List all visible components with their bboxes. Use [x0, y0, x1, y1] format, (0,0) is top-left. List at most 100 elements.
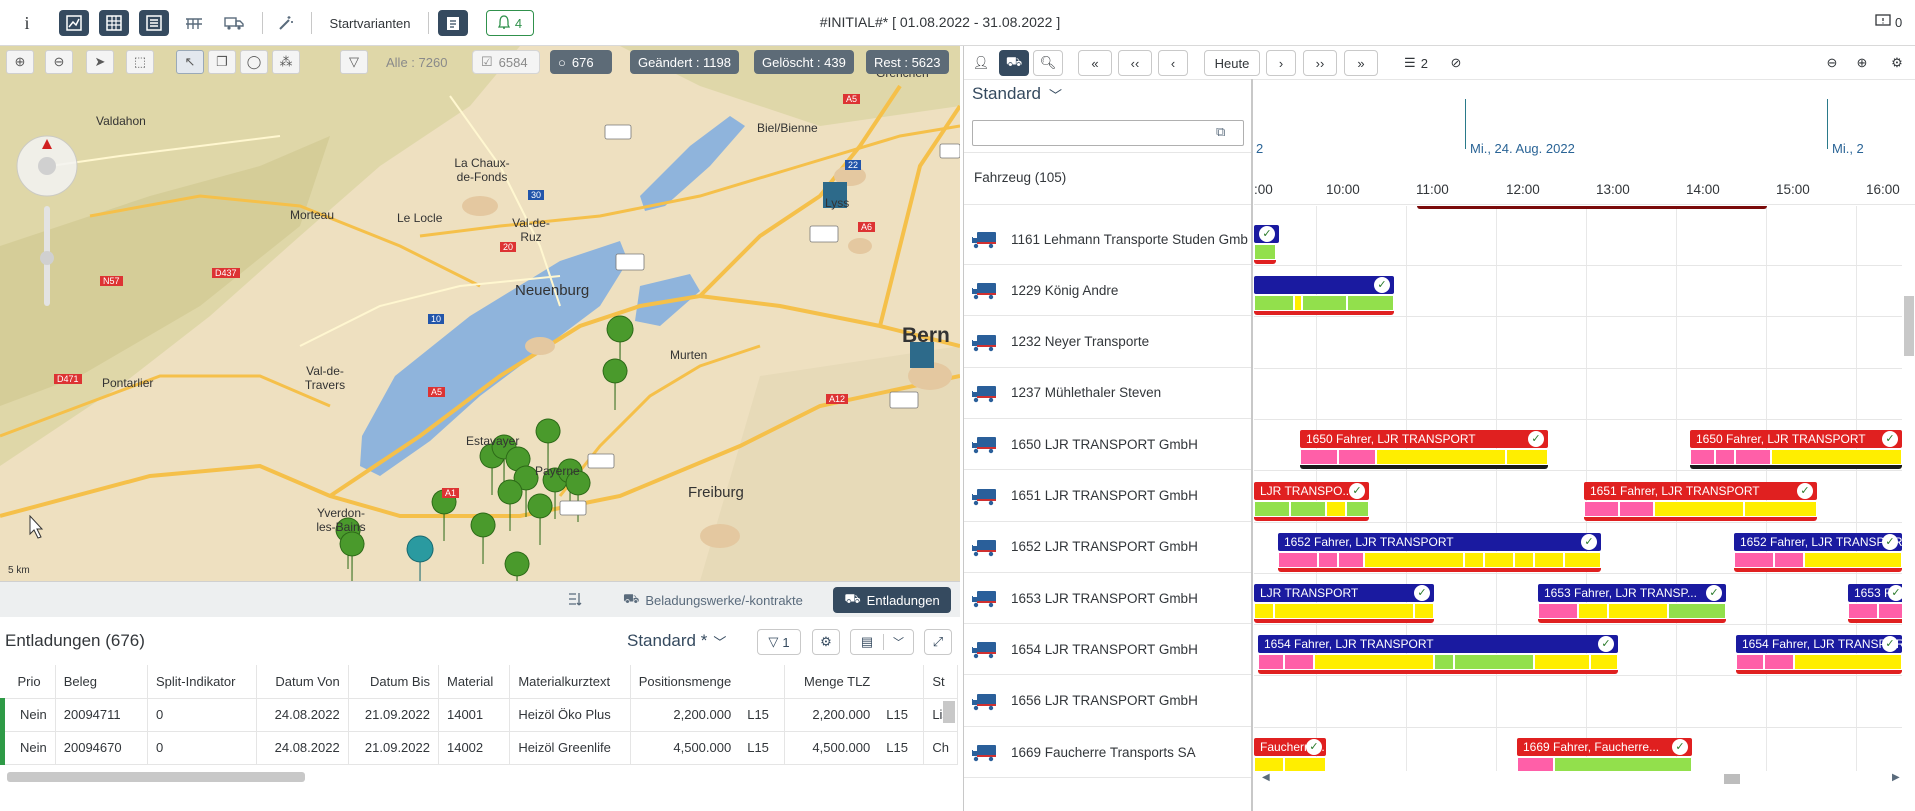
splitter[interactable] [1251, 79, 1253, 811]
variant-select[interactable]: Standard * ﹀ [627, 631, 726, 651]
gantt-segment[interactable] [1878, 603, 1902, 620]
gantt-segment[interactable] [1608, 603, 1668, 620]
last-page-icon[interactable]: » [1344, 50, 1378, 76]
tab-beladungswerke[interactable]: ⛟ Beladungswerke/-kontrakte [623, 591, 803, 609]
person-icon[interactable]: 👤︎ [968, 50, 994, 76]
prev-icon[interactable]: ‹ [1158, 50, 1188, 76]
table-vertical-scrollbar[interactable] [943, 701, 955, 723]
gantt-segment[interactable] [1338, 449, 1376, 466]
gantt-segment[interactable] [1258, 654, 1284, 671]
gantt-segment[interactable] [1534, 551, 1564, 568]
map-view[interactable]: Valdahon La Chaux-de-Fonds Morteau Le Lo… [0, 46, 960, 581]
first-page-icon[interactable]: « [1078, 50, 1112, 76]
vehicle-row[interactable]: 1669 Faucherre Transports SA [964, 727, 1251, 778]
clipboard-icon[interactable] [438, 10, 468, 36]
gantt-segment[interactable] [1347, 295, 1394, 312]
gantt-segment[interactable] [1318, 551, 1338, 568]
chart-view-icon[interactable] [59, 10, 89, 36]
table-row[interactable]: Nein 20094670 0 24.08.2022 21.09.2022 14… [0, 731, 958, 765]
gantt-bar[interactable]: 1652 Fahrer, LJR TRANSPORT [1278, 532, 1601, 551]
gantt-segment[interactable] [1294, 295, 1302, 312]
gantt-segment[interactable] [1484, 551, 1514, 568]
column-header[interactable]: Materialkurztext [509, 665, 631, 699]
lasso-icon[interactable]: ◯ [240, 50, 268, 74]
count-circle[interactable]: ○ 676 [550, 50, 612, 74]
gantt-segment[interactable] [1414, 603, 1434, 620]
rectangle-select-icon[interactable]: ❐ [208, 50, 236, 74]
messages-button[interactable]: 0 [1875, 14, 1902, 31]
gantt-segment[interactable] [1364, 551, 1464, 568]
navigate-icon[interactable]: ➤ [86, 50, 114, 74]
gantt-bar[interactable]: 1654 Fahrer, LJR TRANSPORT [1736, 635, 1902, 654]
hide-icon[interactable]: ⊘ [1442, 50, 1470, 76]
gantt-segment[interactable] [1454, 654, 1534, 671]
gantt-segment[interactable] [1538, 603, 1578, 620]
scroll-right-icon[interactable]: ▶ [1892, 772, 1900, 783]
vehicle-row[interactable]: 1654 LJR TRANSPORT GmbH [964, 624, 1251, 676]
gantt-bar[interactable]: 1651 Fahrer, LJR TRANSPORT [1584, 481, 1817, 500]
count-rest[interactable]: Rest : 5623 [866, 50, 949, 74]
scroll-left-icon[interactable]: ◀ [1262, 772, 1270, 783]
gantt-segment[interactable] [1771, 449, 1902, 466]
gantt-segment[interactable] [1254, 603, 1274, 620]
gantt-segment[interactable] [1284, 654, 1314, 671]
gantt-segment[interactable] [1715, 449, 1735, 466]
zoom-in-icon[interactable]: ⊕ [1849, 50, 1875, 76]
gantt-bar[interactable]: LJR TRANSPORT [1254, 584, 1434, 603]
gantt-segment[interactable] [1804, 551, 1902, 568]
table-view-icon[interactable] [99, 10, 129, 36]
scroll-thumb[interactable] [1724, 774, 1740, 784]
vehicle-row[interactable]: 1229 König Andre [964, 265, 1251, 317]
gantt-segment[interactable] [1734, 551, 1774, 568]
gantt-segment[interactable] [1254, 295, 1294, 312]
gantt-segment[interactable] [1284, 757, 1326, 771]
gantt-segment[interactable] [1848, 603, 1878, 620]
column-header[interactable]: Datum Bis [348, 665, 439, 699]
next-icon[interactable]: › [1266, 50, 1296, 76]
count-geaendert[interactable]: Geändert : 1198 [630, 50, 739, 74]
magic-wand-icon[interactable] [273, 10, 299, 36]
gantt-segment[interactable] [1290, 500, 1326, 517]
truck-icon[interactable] [219, 10, 249, 36]
gantt-bar[interactable]: 1654 Fahrer, LJR TRANSPORT [1258, 635, 1618, 654]
rail-icon[interactable] [179, 10, 209, 36]
vehicle-row[interactable]: 1656 LJR TRANSPORT GmbH [964, 676, 1251, 727]
gantt-segment[interactable] [1254, 757, 1284, 771]
column-header[interactable]: Datum Von [256, 665, 349, 699]
gantt-bar[interactable]: 1652 Fahrer, LJR TRANSPORT [1734, 532, 1902, 551]
cluster-icon[interactable]: ⁂ [272, 50, 300, 74]
settings-icon[interactable]: ⚙ [1884, 50, 1910, 76]
gantt-bar[interactable] [1254, 276, 1394, 295]
gantt-segment[interactable] [1254, 244, 1276, 260]
gantt-segment[interactable] [1744, 500, 1817, 517]
vehicle-row[interactable]: 1237 Mühlethaler Steven [964, 368, 1251, 419]
column-header[interactable]: Menge TLZ [784, 665, 879, 699]
search-doc-icon[interactable]: 🔍︎ [1033, 50, 1063, 76]
zoom-out-icon[interactable]: ⊖ [1819, 50, 1845, 76]
layout-button[interactable]: ☰ 2 [1396, 50, 1436, 76]
gantt-segment[interactable] [1338, 551, 1364, 568]
gantt-segment[interactable] [1346, 500, 1369, 517]
vehicle-row[interactable]: 1232 Neyer Transporte [964, 317, 1251, 368]
truck-icon[interactable]: ⛟ [999, 50, 1029, 76]
gantt-segment[interactable] [1735, 449, 1771, 466]
count-checked[interactable]: ☑ 6584 [472, 50, 540, 74]
copy-icon[interactable]: ⧉ [1216, 124, 1225, 140]
gantt-segment[interactable] [1300, 449, 1338, 466]
column-header[interactable]: Beleg [55, 665, 149, 699]
column-header[interactable]: St [923, 665, 958, 699]
fullscreen-icon[interactable]: ⤢ [924, 629, 952, 655]
tab-entladungen[interactable]: ⛟ Entladungen [833, 587, 951, 613]
gantt-bar[interactable]: 1669 Fahrer, Faucherre... [1517, 738, 1692, 756]
info-button[interactable]: i [14, 10, 40, 36]
gantt-segment[interactable] [1376, 449, 1506, 466]
gantt-segment[interactable] [1578, 603, 1608, 620]
gantt-segment[interactable] [1517, 757, 1554, 771]
gantt-segment[interactable] [1690, 449, 1715, 466]
gantt-segment[interactable] [1774, 551, 1804, 568]
gantt-segment[interactable] [1278, 551, 1318, 568]
gantt-segment[interactable] [1668, 603, 1726, 620]
next-page-icon[interactable]: ›› [1303, 50, 1337, 76]
gantt-bar[interactable]: 1650 Fahrer, LJR TRANSPORT [1690, 430, 1902, 449]
gantt-search-input[interactable] [972, 120, 1244, 146]
